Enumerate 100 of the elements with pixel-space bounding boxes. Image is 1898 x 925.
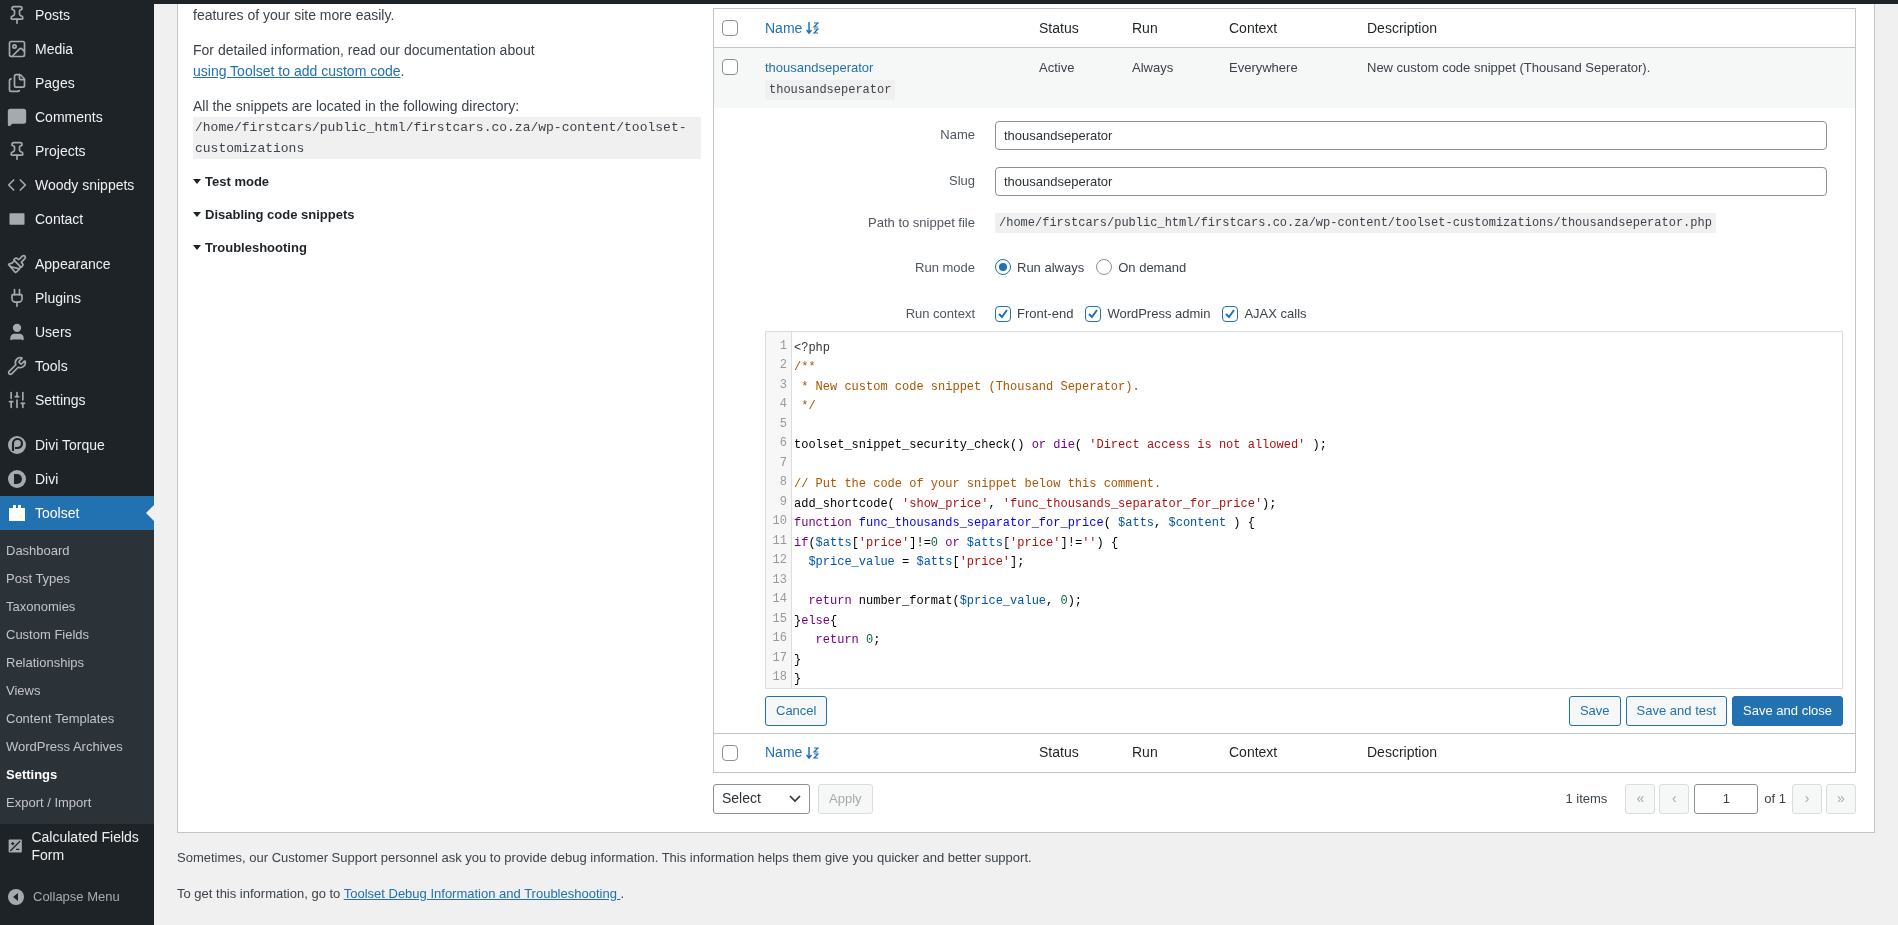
submenu-item[interactable]: Taxonomies [0,593,154,621]
code-line: if($atts['price']!=0 or $atts['price']!='') { [794,535,1119,550]
submenu-item[interactable]: Settings [0,761,154,789]
submenu-item[interactable]: Relationships [0,649,154,677]
column-header: Status [1039,18,1080,38]
checkbox[interactable] [1222,305,1239,322]
menu-item[interactable]: Appearance [0,247,154,281]
menu-item[interactable]: Divi [0,462,154,496]
radio-button[interactable] [995,259,1011,276]
radio-button[interactable] [1096,259,1113,276]
submenu-item[interactable]: Post Types [0,565,154,593]
checkbox[interactable] [995,305,1011,322]
section-toggle[interactable]: Test mode [193,171,701,192]
image-icon [7,39,27,59]
submenu-item[interactable]: Dashboard [0,537,154,565]
save-and-close-button[interactable]: Save and close [1732,695,1843,726]
field-label: Slug [947,172,975,191]
user-icon [7,322,27,342]
documentation-link[interactable]: using Toolset to add custom code [193,63,401,79]
submenu-item[interactable]: Content Templates [0,705,154,733]
menu-item[interactable]: Plugins [0,281,154,315]
line-number: 3 [778,376,788,394]
checkbox[interactable] [722,20,738,36]
status-cell-text: Active [1039,59,1076,77]
field-label: Name [939,126,975,145]
slug-field[interactable]: thousandseperator [995,166,1827,196]
page-number-field[interactable]: 1 [1694,783,1759,814]
field-label: Run mode [914,258,975,277]
submenu-item[interactable]: Export / Import [0,789,154,817]
documentation-text: For detailed information, read our documentation about using Toolset to add custom code. [193,41,536,81]
menu-item[interactable]: Users [0,315,154,349]
snippet-slug: thousandseperator [765,79,896,100]
code-editor[interactable] [765,330,1843,689]
column-header-link[interactable]: Name [765,742,803,763]
caret-icon [193,244,201,251]
menu-item[interactable]: Settings [0,383,154,417]
run-cell-text: Always [1132,59,1175,77]
line-number: 14 [771,591,788,608]
line-number: 17 [771,649,788,667]
menu-item[interactable]: Divi Torque [0,428,154,462]
directory-text: All the snippets are located in the following directory: [193,97,521,116]
page-total: of 1 [1764,789,1786,808]
column-header: Context [1229,743,1279,762]
menu-item[interactable]: Woody snippets [0,168,154,202]
checkbox[interactable] [1085,305,1102,322]
cancel-button[interactable]: Cancel [765,695,828,726]
menu-item[interactable]: Media [0,32,154,66]
pages-icon [7,73,27,93]
line-number: 2 [778,357,788,374]
checkbox[interactable] [722,744,738,761]
menu-item[interactable]: Posts [0,0,154,32]
line-number: 16 [771,630,788,647]
debug-info-link[interactable]: Toolset Debug Information and Troubleshooting [343,885,621,901]
menu-item[interactable]: Toolset [0,496,154,530]
line-number: 4 [778,396,788,413]
sort-icon [806,745,821,760]
menu-item[interactable]: Calculated Fields Form [0,824,154,868]
caret-icon [193,211,201,218]
bulk-action-select[interactable]: Select [713,783,810,814]
section-toggle[interactable]: Disabling code snippets [193,204,701,225]
save-and-test-button[interactable]: Save and test [1625,695,1728,726]
snippet-name-link[interactable]: thousandseperator [765,58,874,78]
option-label: AJAX calls [1244,305,1307,323]
column-header: Description [1367,18,1439,38]
checkbox[interactable] [722,59,738,75]
intro-text: features of your site more easily. [193,6,396,25]
blocks-icon [7,503,27,523]
line-number: 6 [778,435,788,452]
line-number: 5 [778,415,788,433]
code-line: } [794,652,802,667]
code-line: return 0; [814,633,881,647]
pin-icon [7,141,27,161]
debug-info-text: To get this information, go to Toolset Debug Information and Troubleshooting . [177,884,626,903]
field-label: Run context [904,305,975,323]
section-toggle[interactable]: Troubleshooting [193,237,701,258]
comment-icon [7,107,27,127]
submenu-item[interactable]: Custom Fields [0,621,154,649]
menu-item[interactable]: Projects [0,134,154,168]
line-number: 7 [778,454,788,472]
column-header-link[interactable]: Name [765,17,803,39]
line-number: 13 [771,571,788,589]
line-number: 11 [771,532,788,550]
menu-item[interactable]: Tools [0,349,154,383]
save-button[interactable]: Save [1568,695,1621,726]
support-text: Sometimes, our Customer Support personnel ask you to provide debug information. This information helps them give you quicker and better support. [177,849,1033,867]
menu-item[interactable]: Pages [0,66,154,100]
code-line: toolset_snippet_security_check() or die( 'Direct access is not allowed' ); [794,438,1327,452]
submenu-item[interactable]: Views [0,677,154,705]
divi-torque-icon [7,435,27,455]
menu-item[interactable]: Contact [0,202,154,236]
line-number: 12 [771,552,788,569]
column-header: Context [1229,18,1279,38]
submenu-item[interactable]: WordPress Archives [0,733,154,761]
name-field[interactable]: thousandseperator [995,120,1827,150]
collapse-menu-button[interactable]: Collapse Menu [0,880,154,914]
pin-icon [7,5,27,25]
code-line: * New custom code snippet (Thousand Seperator). [800,379,1140,394]
menu-item[interactable]: Comments [0,100,154,134]
description-cell-text: New custom code snippet (Thousand Seperator). [1367,59,1652,77]
code-line: add_shortcode( 'show_price', 'func_thousands_separator_for_price'); [794,496,1277,511]
